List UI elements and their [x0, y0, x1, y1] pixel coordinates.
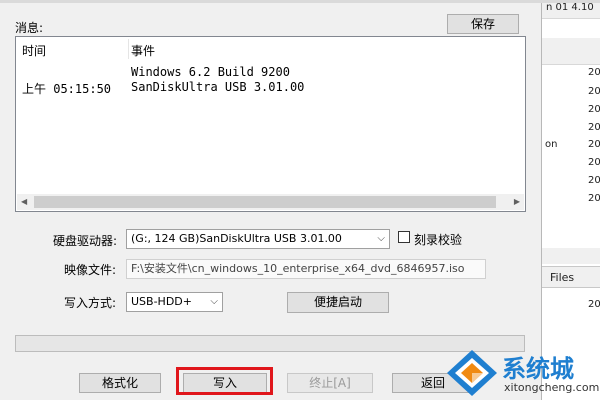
scroll-right-icon[interactable]: ▶ [514, 197, 520, 206]
save-button[interactable]: 保存 [447, 14, 519, 34]
write-button-highlight [176, 367, 273, 395]
write-mode-value: USB-HDD+ [131, 295, 192, 308]
watermark-brand: 系统城 [502, 355, 574, 383]
background-window-title: n 01 4.10 [546, 2, 594, 13]
column-header-time[interactable]: 时间 [22, 42, 46, 59]
image-file-label: 映像文件: [64, 263, 117, 277]
background-window-column-header [542, 38, 600, 65]
bg-year-cell: 20 [588, 67, 600, 78]
verify-label[interactable]: 刻录校验 [414, 231, 462, 248]
format-button[interactable]: 格式化 [79, 373, 161, 393]
image-file-input[interactable]: F:\安装文件\cn_windows_10_enterprise_x64_dvd… [126, 259, 486, 279]
write-mode-label: 写入方式: [64, 296, 117, 310]
bg-year-cell: 20 [588, 104, 600, 115]
bg-year-cell: 20 [588, 299, 600, 310]
xitongcheng-logo-icon [447, 350, 497, 396]
bg-year-cell: 20 [588, 193, 600, 204]
xitongcheng-watermark: 系统城 xitongcheng.com [444, 345, 600, 400]
bg-year-cell: 20 [588, 175, 600, 186]
log-event-cell: SanDiskUltra USB 3.01.00 [131, 80, 305, 94]
stop-button: 终止[A] [287, 373, 373, 393]
bg-year-cell: 20 [588, 86, 600, 97]
log-event-cell: Windows 6.2 Build 9200 [131, 65, 290, 79]
bg-year-cell: 20 [588, 157, 600, 168]
bg-on-fragment: on [545, 139, 558, 150]
drive-select[interactable]: (G:, 124 GB)SanDiskUltra USB 3.01.00 ⌵ [126, 229, 390, 249]
chevron-down-icon: ⌵ [377, 233, 385, 244]
drive-select-value: (G:, 124 GB)SanDiskUltra USB 3.01.00 [131, 232, 342, 245]
bg-year-cell: 20 [588, 122, 600, 133]
chevron-down-icon: ⌵ [210, 296, 218, 307]
watermark-url: xitongcheng.com [504, 381, 600, 394]
write-mode-select[interactable]: USB-HDD+ ⌵ [126, 292, 223, 312]
bg-files-label: Files [550, 271, 575, 284]
drive-label: 硬盘驱动器: [53, 234, 118, 248]
bg-files-header: Files [542, 266, 600, 288]
verify-checkbox[interactable] [398, 231, 410, 243]
log-time-cell: 上午 05:15:50 [22, 82, 112, 96]
dialog-top-edge [0, 0, 600, 3]
bg-divider [542, 248, 600, 264]
column-divider[interactable] [128, 39, 129, 59]
column-header-event[interactable]: 事件 [131, 42, 155, 59]
scroll-left-icon[interactable]: ◀ [21, 197, 27, 206]
scrollbar-thumb[interactable] [34, 196, 496, 208]
quick-boot-button[interactable]: 便捷启动 [287, 292, 389, 313]
background-window: n 01 4.10 20 20 20 20 on 20 20 20 20 Fil… [541, 0, 600, 400]
message-log-list[interactable]: 时间 事件 Windows 6.2 Build 9200 上午 05:15:50… [15, 36, 526, 212]
log-horizontal-scrollbar[interactable]: ◀ ▶ [17, 194, 524, 210]
bg-year-cell: 20 [588, 139, 600, 150]
messages-label: 消息: [15, 21, 44, 35]
